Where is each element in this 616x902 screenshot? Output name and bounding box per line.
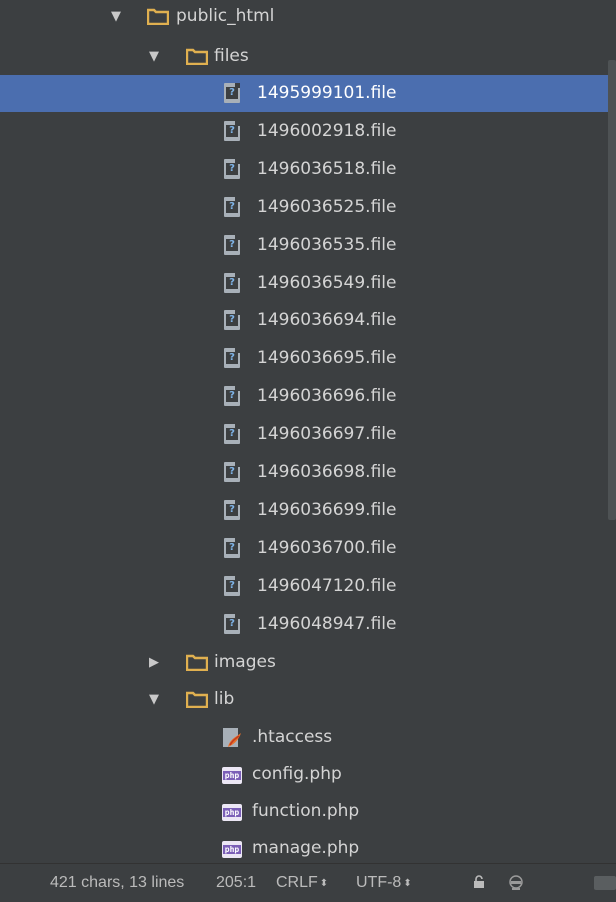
- unknown-file-icon: ?: [224, 462, 246, 482]
- tree-node-config-php[interactable]: php config.php: [0, 756, 608, 793]
- tree-node-manage-php[interactable]: php manage.php: [0, 830, 608, 864]
- tree-node-label: 1496036518.file: [257, 158, 397, 179]
- scrollbar-track[interactable]: [608, 0, 616, 864]
- tree-node-label: public_html: [176, 6, 275, 26]
- unknown-file-icon: ?: [224, 272, 246, 293]
- php-file-icon: php: [222, 804, 244, 824]
- notifications-icon[interactable]: [594, 876, 616, 895]
- tree-node-label: 1496036699.file: [257, 499, 397, 520]
- tree-node-label: 1496036549.file: [257, 272, 397, 293]
- tree-node-label: 1496048947.file: [257, 613, 397, 634]
- unknown-file-icon: ?: [224, 386, 246, 407]
- lock-icon[interactable]: [472, 875, 486, 894]
- tree-node-label: 1496002918.file: [257, 120, 397, 141]
- tree-node-file[interactable]: ? 1496036696.file: [0, 378, 608, 415]
- tree-node-file[interactable]: ? 1496036694.file: [0, 302, 608, 339]
- tree-node-file[interactable]: ? 1496036697.file: [0, 416, 608, 453]
- folder-icon: [186, 690, 208, 710]
- tree-node-htaccess[interactable]: .htaccess: [0, 719, 608, 756]
- unknown-file-icon: ?: [224, 120, 246, 141]
- inspector-icon[interactable]: [507, 874, 525, 897]
- chars-lines-indicator: 421 chars, 13 lines: [50, 874, 185, 891]
- tree-node-file[interactable]: ? 1496036700.file: [0, 530, 608, 567]
- unknown-file-icon: ?: [224, 537, 246, 558]
- tree-node-label: 1496036694.file: [257, 310, 397, 331]
- unknown-file-icon: ?: [224, 613, 246, 634]
- tree-node-label: images: [214, 652, 276, 672]
- tree-node-label: 1496036535.file: [257, 234, 397, 255]
- htaccess-file-icon: [222, 727, 244, 747]
- status-bar: 421 chars, 13 lines 205:1 CRLF ⬍ UTF-8 ⬍: [0, 863, 616, 902]
- tree-node-label: 1496036695.file: [257, 348, 397, 369]
- tree-node-file[interactable]: ? 1496036535.file: [0, 227, 608, 264]
- tree-node-label: config.php: [252, 764, 342, 784]
- tree-node-label: 1496036697.file: [257, 424, 397, 445]
- tree-node-file[interactable]: ? 1496048947.file: [0, 606, 608, 643]
- scrollbar-thumb[interactable]: [608, 60, 616, 520]
- tree-node-label: function.php: [252, 801, 360, 821]
- tree-node-public-html[interactable]: ▼ public_html: [0, 0, 608, 35]
- project-tree: ▼ public_html ▼ files ? 1495999101.file? 1…: [0, 0, 608, 864]
- tree-node-files[interactable]: ▼ files: [0, 38, 608, 75]
- tree-node-function-php[interactable]: php function.php: [0, 793, 608, 830]
- expand-arrow-icon[interactable]: ▼: [146, 692, 162, 708]
- tree-node-file[interactable]: ? 1496036695.file: [0, 340, 608, 377]
- folder-icon: [147, 7, 169, 27]
- unknown-file-icon: ?: [224, 424, 246, 445]
- tree-node-label: 1495999101.file: [257, 83, 397, 103]
- unknown-file-icon: ?: [224, 348, 246, 369]
- tree-node-file[interactable]: ? 1496047120.file: [0, 568, 608, 605]
- folder-icon: [186, 653, 208, 673]
- tree-node-label: .htaccess: [252, 727, 333, 747]
- unknown-file-icon: ?: [224, 83, 246, 103]
- tree-node-label: manage.php: [252, 838, 360, 858]
- unknown-file-icon: ?: [224, 499, 246, 520]
- tree-node-label: 1496047120.file: [257, 575, 397, 596]
- tree-node-label: lib: [214, 689, 235, 709]
- expand-arrow-icon[interactable]: ▼: [108, 9, 124, 25]
- unknown-file-icon: ?: [224, 575, 246, 596]
- tree-node-images[interactable]: ▶ images: [0, 644, 608, 681]
- tree-node-file[interactable]: ? 1496036518.file: [0, 151, 608, 188]
- tree-node-label: 1496036525.file: [257, 196, 397, 217]
- collapse-arrow-icon[interactable]: ▶: [146, 655, 162, 671]
- php-file-icon: php: [222, 841, 244, 861]
- caret-position[interactable]: 205:1: [216, 873, 256, 893]
- tree-node-file[interactable]: ? 1496002918.file: [0, 113, 608, 150]
- tree-node-label: 1496036700.file: [257, 537, 397, 558]
- line-separator-selector[interactable]: CRLF ⬍: [276, 873, 328, 895]
- unknown-file-icon: ?: [224, 234, 246, 255]
- tree-node-file[interactable]: ? 1496036698.file: [0, 454, 608, 491]
- tree-node-label: files: [214, 46, 249, 66]
- tree-node-file[interactable]: ? 1495999101.file: [0, 75, 608, 112]
- tree-node-file[interactable]: ? 1496036699.file: [0, 492, 608, 529]
- folder-icon: [186, 47, 208, 67]
- expand-arrow-icon[interactable]: ▼: [146, 49, 162, 65]
- unknown-file-icon: ?: [224, 158, 246, 179]
- tree-node-file[interactable]: ? 1496036549.file: [0, 265, 608, 302]
- tree-node-label: 1496036696.file: [257, 386, 397, 407]
- encoding-selector[interactable]: UTF-8 ⬍: [356, 873, 412, 895]
- tree-node-file[interactable]: ? 1496036525.file: [0, 189, 608, 226]
- tree-node-label: 1496036698.file: [257, 462, 397, 482]
- unknown-file-icon: ?: [224, 196, 246, 217]
- php-file-icon: php: [222, 767, 244, 787]
- unknown-file-icon: ?: [224, 310, 246, 331]
- tree-node-lib[interactable]: ▼ lib: [0, 681, 608, 718]
